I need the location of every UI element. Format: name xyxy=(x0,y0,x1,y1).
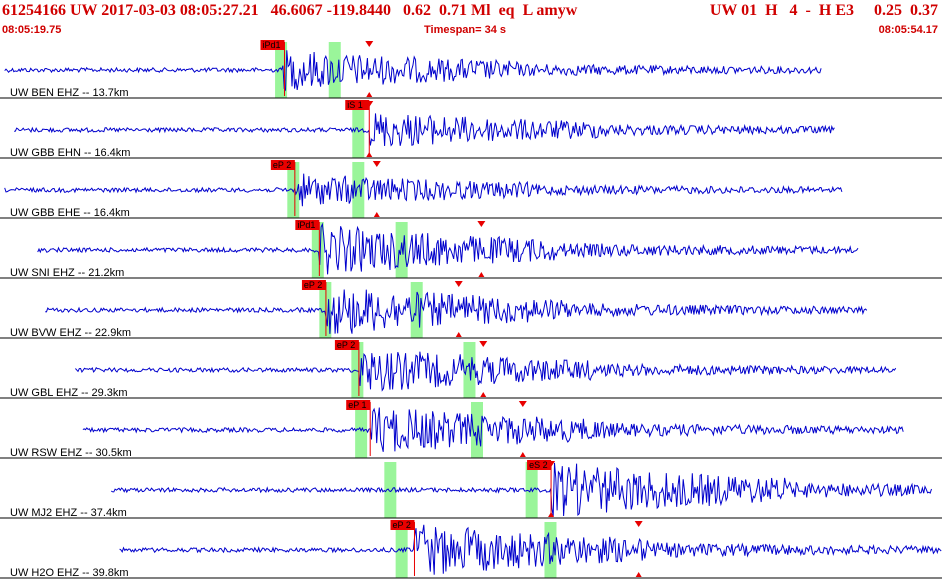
station-label: UW GBB EHE -- 16.4km xyxy=(10,207,130,219)
station-label: UW GBB EHN -- 16.4km xyxy=(10,147,130,159)
pick-marker xyxy=(480,392,487,397)
pick-label: eS 2 xyxy=(529,460,548,470)
pick-label: iPd1 xyxy=(297,220,315,230)
pick-marker xyxy=(373,212,380,217)
waveform-line xyxy=(37,222,859,275)
pick-label: iS 1 xyxy=(347,100,363,110)
trace-row[interactable]: eP 2 UW GBB EHE -- 16.4km xyxy=(0,160,942,219)
trace-row[interactable]: eP 2 UW H2O EHZ -- 39.8km xyxy=(0,520,942,579)
pick-label: eP 2 xyxy=(304,280,322,290)
pick-marker xyxy=(479,341,488,347)
trace-row[interactable]: eP 2 UW BVW EHZ -- 22.9km xyxy=(0,280,942,339)
waveform-line xyxy=(75,351,897,392)
waveform-line xyxy=(82,407,904,452)
start-time-label: 08:05:19.75 xyxy=(2,24,62,36)
trace-row[interactable]: eP 1 UW RSW EHZ -- 30.5km xyxy=(0,400,942,459)
pick-label: iPd1 xyxy=(262,40,280,50)
seismogram-panel[interactable]: iPd1 UW BEN EHZ -- 13.7km iS 1 UW GBB EHN -… xyxy=(0,38,942,580)
pick-marker xyxy=(519,452,526,457)
event-quality-text: UW 01 H 4 - H E3 0.25 0.37 xyxy=(709,2,938,19)
pick-label: eP 1 xyxy=(348,400,366,410)
event-summary-text: 61254166 UW 2017-03-03 08:05:27.21 46.60… xyxy=(2,2,578,19)
waveform-line xyxy=(45,289,868,334)
station-label: UW H2O EHZ -- 39.8km xyxy=(10,567,129,579)
phase-window xyxy=(311,222,324,278)
station-label: UW BEN EHZ -- 13.7km xyxy=(10,87,129,99)
trace-row[interactable]: iPd1 UW BEN EHZ -- 13.7km xyxy=(0,40,942,99)
trace-row[interactable]: iS 1 UW GBB EHN -- 16.4km xyxy=(0,100,942,159)
waveform-line xyxy=(110,462,932,517)
pick-marker xyxy=(365,41,374,47)
trace-row[interactable]: eP 2 UW GBL EHZ -- 29.3km xyxy=(0,340,942,399)
station-label: UW BVW EHZ -- 22.9km xyxy=(10,327,131,339)
station-label: UW RSW EHZ -- 30.5km xyxy=(10,447,132,459)
pick-label: eP 2 xyxy=(273,160,291,170)
phase-window xyxy=(410,282,423,338)
pick-label: eP 2 xyxy=(392,520,410,530)
trace-row[interactable]: eS 2 UW MJ2 EHZ -- 37.4km xyxy=(0,460,942,519)
waveform-line xyxy=(14,113,835,147)
timespan-label: Timespan= 34 s xyxy=(424,24,507,36)
end-time-label: 08:05:54.17 xyxy=(878,24,938,36)
pick-label: eP 2 xyxy=(337,340,355,350)
pick-marker xyxy=(477,221,486,227)
waveform-line xyxy=(4,50,822,92)
phase-window xyxy=(395,222,408,278)
pick-marker xyxy=(478,272,485,277)
pick-marker xyxy=(455,332,462,337)
phase-window xyxy=(351,342,364,398)
pick-marker xyxy=(518,401,527,407)
event-header: 61254166 UW 2017-03-03 08:05:27.21 46.60… xyxy=(0,0,942,38)
station-label: UW GBL EHZ -- 29.3km xyxy=(10,387,128,399)
pick-marker xyxy=(372,161,381,167)
waveform-line xyxy=(4,173,843,207)
pick-marker xyxy=(366,152,373,157)
waveform-line xyxy=(119,524,942,575)
pick-marker xyxy=(454,281,463,287)
station-label: UW MJ2 EHZ -- 37.4km xyxy=(10,507,127,519)
station-label: UW SNI EHZ -- 21.2km xyxy=(10,267,124,279)
trace-row[interactable]: iPd1 UW SNI EHZ -- 21.2km xyxy=(0,220,942,279)
pick-marker xyxy=(366,92,373,97)
pick-marker xyxy=(635,572,642,577)
pick-marker xyxy=(634,521,643,527)
